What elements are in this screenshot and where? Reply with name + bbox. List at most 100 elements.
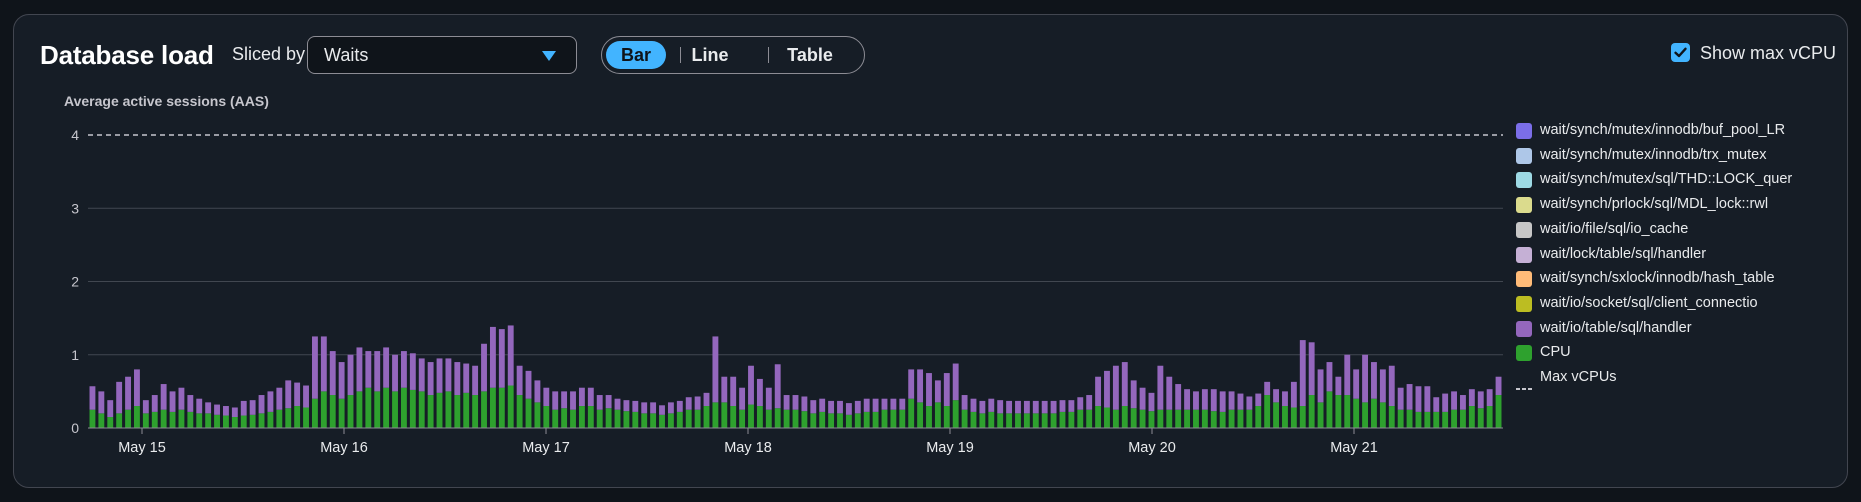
bar-io-table-handler [908,369,915,399]
bar-cpu [267,411,274,428]
bar-io-table-handler [1139,387,1146,410]
bar-io-table-handler [1335,376,1342,396]
bar-cpu [525,398,532,428]
bar-io-table-handler [507,325,514,386]
bar-cpu [303,407,309,428]
bar-cpu [917,402,924,428]
bar-io-table-handler [489,326,496,388]
bar-cpu [1460,409,1466,428]
bar-io-table-handler [1362,354,1368,403]
legend-swatch [1516,221,1532,238]
bar-cpu [899,409,906,428]
bar-cpu [356,391,363,428]
bar-io-table-handler [748,365,754,405]
y-tick-label: 4 [71,127,79,143]
bar-io-table-handler [240,400,247,416]
bar-io-table-handler [1255,393,1262,407]
bar-io-table-handler [409,353,416,390]
bar-cpu [320,391,327,428]
bar-cpu [1442,411,1449,428]
bar-cpu [1166,409,1173,428]
bar-io-table-handler [142,400,149,414]
bar-cpu [294,406,301,428]
bar-cpu [1344,395,1351,428]
bar-cpu [1201,409,1208,428]
bar-cpu [837,413,843,428]
bar-io-table-handler [739,387,746,410]
bar-cpu [1050,413,1057,428]
bar-cpu [223,415,229,428]
bar-cpu [1495,395,1502,428]
bar-io-table-handler [1104,370,1110,408]
bar-io-table-handler [107,400,114,418]
bar-cpu [472,395,479,428]
bar-cpu [1077,409,1084,428]
bar-cpu [623,411,630,428]
bar-io-table-handler [1433,397,1440,412]
y-tick-label: 0 [71,420,79,436]
bar-cpu [498,387,505,428]
bar-io-table-handler [1086,395,1093,410]
bar-cpu [863,411,870,428]
bar-io-table-handler [1201,389,1208,410]
bar-io-table-handler [1023,400,1030,414]
bar-io-table-handler [1415,386,1422,412]
bar-io-table-handler [881,398,888,410]
bar-io-table-handler [1486,389,1493,407]
bar-io-table-handler [783,395,790,410]
bar-cpu [516,395,523,428]
x-tick-label: May 21 [1330,440,1378,456]
bar-cpu [107,417,114,428]
bar-cpu [765,409,772,428]
bar-cpu [1282,406,1288,428]
bar-io-table-handler [134,369,140,407]
bar-cpu [392,391,398,428]
bar-io-table-handler [970,398,977,412]
legend-swatch [1516,345,1532,362]
bar-io-table-handler [943,373,950,407]
bar-io-table-handler [311,336,318,399]
bar-io-table-handler [676,400,683,412]
bar-io-table-handler [703,392,710,407]
bar-io-table-handler [1273,389,1280,403]
bar-cpu [872,411,879,428]
bar-cpu [116,413,123,428]
bar-io-table-handler [374,351,381,392]
bar-cpu [1015,413,1021,428]
bar-cpu [1255,406,1262,428]
bar-cpu [756,406,763,428]
bar-cpu [943,406,950,428]
x-axis: May 15 May 16 May 17 May 18 May 19 May 20 May … [88,427,1503,456]
bar-cpu [1068,411,1075,428]
bar-cpu [1130,408,1137,428]
bar-io-table-handler [1077,397,1084,410]
bar-cpu [605,408,612,428]
bar-io-table-handler [320,336,327,392]
legend-label: wait/synch/prlock/sql/MDL_lock::rwl [1540,196,1769,213]
x-tick-label: May 19 [926,440,974,456]
y-tick-label: 1 [71,347,79,363]
x-tick-label: May 16 [320,440,368,456]
legend-swatch [1516,246,1532,263]
bar-io-table-handler [1032,400,1039,414]
x-tick-label: May 18 [724,440,772,456]
bar-cpu [285,408,292,428]
bar-cpu [134,406,140,428]
bar-cpu [436,392,443,428]
bar-cpu [1095,406,1102,428]
bar-cpu [1415,411,1422,428]
bar-cpu [214,414,220,428]
dashed-line-icon [1516,377,1532,390]
bar-cpu [276,409,283,428]
bar-io-table-handler [712,336,719,403]
bar-io-table-handler [1006,400,1013,414]
legend-swatch [1516,197,1532,214]
bar-cpu [970,411,977,428]
bar-cpu [1104,407,1110,428]
bar-io-table-handler [961,395,968,410]
bar-io-table-handler [828,400,835,414]
bar-cpu [383,387,390,428]
bar-io-table-handler [1406,384,1413,410]
bar-io-table-handler [1184,389,1191,410]
bar-io-table-handler [952,363,959,401]
